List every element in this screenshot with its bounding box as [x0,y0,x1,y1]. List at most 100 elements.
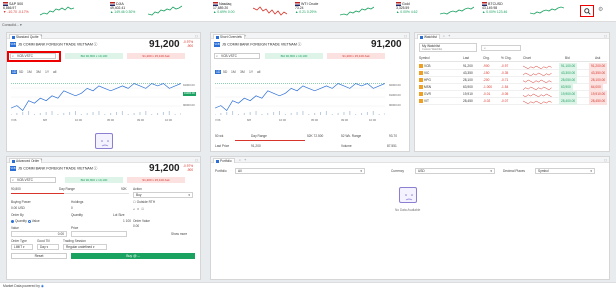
x-tick: 10:00 [369,118,376,122]
range-all[interactable]: all [53,70,56,74]
ask-box[interactable]: 91,200 x 15,100 Ask [127,53,185,59]
short-overview-panel: Short Overview × + ▢ VCB JS COMM BANK FOR… [210,32,410,152]
volume-bar [69,112,71,115]
ticker-item[interactable]: Nasdaq 17,689.20 ▲ 0.69% 0.00 [213,2,234,20]
action-label: Action [133,187,142,191]
range-1y[interactable]: 1Y [249,70,253,74]
security-name: VCB JS COMM BANK FOREIGN TRADE VIETNAM ⓘ [10,42,98,47]
price-field[interactable] [71,231,127,237]
symbol-search-input[interactable]: ⌕ VCB.VSTC [10,177,56,183]
ticker-item[interactable]: DJIA 49,402.41 ▲ 149.46 0.30% [110,2,135,20]
range-1m[interactable]: 1M [231,70,236,74]
consolidate-dropdown[interactable]: Consolid... ▾ [2,23,22,28]
range-3m[interactable]: 3M [36,70,41,74]
tab-advanced-order[interactable]: Advanced Order [9,158,43,163]
search-button[interactable] [580,5,594,17]
ask-box[interactable]: 91,200 x 15,100 Ask [127,177,185,183]
table-row[interactable]: MSN 63,900 -1.000 -1.54 63,900 64,000 [419,84,607,91]
row-symbol: VCB [419,63,431,70]
currency-select[interactable]: USD ▾ [415,168,495,174]
window-controls-icon[interactable]: ▢ [195,34,198,38]
window-controls-icon[interactable]: ▢ [195,158,198,162]
range-1y[interactable]: 1Y [45,70,49,74]
close-icon[interactable]: × [239,34,241,38]
bid-box[interactable]: Bid 90,800 x 19,100 [265,53,323,59]
volume-bar [331,114,333,115]
row-change: -900 [483,64,490,68]
row-last: 91,200 [463,64,473,68]
range-1d[interactable]: 1D [215,70,222,74]
tab-watchlist[interactable]: Watchlist [417,34,440,39]
price-change: -0.97% -900 [183,164,194,172]
range-1m[interactable]: 1M [27,70,32,74]
ticker-sparkline [340,6,374,16]
range-1d[interactable]: 1D [11,70,18,74]
volume-bar [116,112,118,115]
ticker-item[interactable]: BTCUSD 43,149.98 ▲ 0.00% 123.46 [482,2,507,20]
range-5d[interactable]: 5D [19,70,23,74]
provider-logo-icon[interactable]: ◉ [41,284,44,288]
bid-box[interactable]: Bid 90,800 x 19,100 [65,53,123,59]
volume-bar [361,113,363,115]
ticker-item[interactable]: Gold 3,325.59 ▲ 0.00% 4.62 [396,2,417,20]
row-change: -0.01 [483,92,491,96]
volume-bar [273,112,275,115]
quote-icon [12,35,15,39]
watchlist-selector[interactable]: My Watchlist Custom Watchlist [419,43,477,52]
y-tick: 91000.00 [183,83,195,87]
ticker-sparkline [253,6,287,16]
tif-select[interactable]: Day ▾ [37,244,59,250]
table-row[interactable]: HPG 28,100 -200 -0.71 28,050.00 28,100.00 [419,77,608,84]
close-icon[interactable]: × [443,34,445,38]
last-price: 91,200 [149,39,180,50]
reset-button[interactable]: Reset [11,253,67,259]
gear-icon[interactable]: ⚙ [598,6,603,13]
volume-bar [243,113,245,115]
ask-box[interactable]: 91,200 x 15,100 Ask [327,53,385,59]
outside-rth-checkbox[interactable]: ☐ Outside RTH [133,200,155,204]
session-select[interactable]: Regular undefined ▾ [63,244,107,250]
window-controls-icon[interactable]: ▢ [604,158,607,162]
range-all[interactable]: all [257,70,260,74]
watchlist-search-input[interactable]: ⌕ [481,45,521,51]
close-icon[interactable]: × [35,34,37,38]
add-tab-icon[interactable]: + [244,157,246,162]
order-type-icons[interactable]: ⫷ ≡ ▤ [133,207,193,215]
add-tab-icon[interactable]: + [40,33,42,38]
value-field[interactable]: 0.00 [11,231,67,237]
x-tick: 09:00 [137,118,144,122]
decimal-places-select[interactable]: Symbol ▾ [535,168,595,174]
symbol-search-input[interactable]: ⌕ VCB.VSTC [214,53,260,59]
window-controls-icon[interactable]: ▢ [604,34,607,38]
window-controls-icon[interactable]: ▢ [404,34,407,38]
volume-bar [162,112,164,115]
radio-icon [11,219,14,223]
table-row[interactable]: VCB 91,200 -900 -0.97 91,100.00 91,200.00 [419,63,608,70]
close-icon[interactable]: × [35,158,37,162]
quantity-stepper[interactable]: 1 100 [123,219,131,223]
bid-box[interactable]: Bid 90,800 x 19,100 [65,177,123,183]
portfolio-select[interactable]: All ▾ [235,168,365,174]
range-5d[interactable]: 5D [223,70,227,74]
close-icon[interactable]: × [239,158,241,162]
footer: Market Data powered by ◉ [0,282,616,289]
action-select[interactable]: Buy ▾ [133,192,193,198]
table-row[interactable]: VIC 43,350 -150 -0.35 43,300.00 43,350.00 [419,70,608,77]
order-by-radios[interactable]: Quantity Value [11,219,40,223]
order-type-select[interactable]: LIMIT ▾ [11,244,33,250]
add-tab-icon[interactable]: + [448,33,450,38]
y-tick: 90000.00 [389,103,401,107]
table-row[interactable]: VIT 28,450 -0.02 -0.07 28,400.00 28,450.00 [419,98,608,105]
volume-bar [249,112,251,115]
ticker-item[interactable]: WTI Crude 73.24 ▲ 0.21 0.29% [295,2,318,20]
show-more-link[interactable]: Show more [171,232,187,236]
add-tab-icon[interactable]: + [40,157,42,162]
ticker-item[interactable]: S&P 500 6,866.97 ▼ -10.70 -0.17% [3,2,29,20]
range-3m[interactable]: 3M [240,70,245,74]
range-tabs: 1D 5D 1M 3M 1Y all [215,70,275,75]
table-row[interactable]: GVR 19,910 -0.01 -0.05 19,900.00 19,910.00 [419,91,608,98]
add-tab-icon[interactable]: + [244,33,246,38]
buy-button[interactable]: Buy @ -- [71,253,195,259]
last-price: 91,200 [149,163,180,174]
tab-portfolio[interactable]: Portfolio [213,158,235,163]
